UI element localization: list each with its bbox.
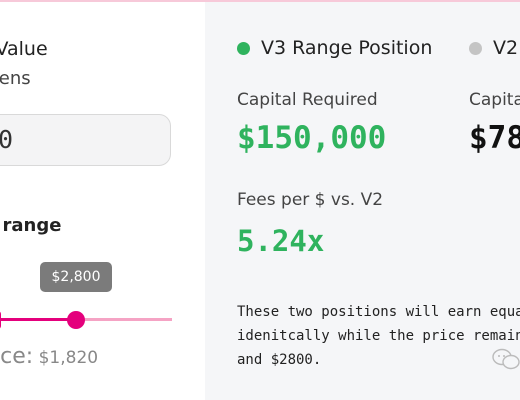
deposit-amount-value: 0 <box>0 125 13 154</box>
deposit-tokens-subtitle: okens <box>0 68 31 89</box>
deposit-value-title: t Value <box>0 38 48 60</box>
range-slider-active-track <box>0 318 76 321</box>
price-range-label: e range <box>0 215 62 236</box>
v3-capital-label: Capital Required <box>237 90 378 110</box>
v3-fees-label: Fees per $ vs. V2 <box>237 190 384 210</box>
v3-header: V3 Range Position <box>261 37 433 59</box>
left-panel: t Value okens 0 e range $2,800 rice: $1,… <box>0 2 205 400</box>
range-slider-upper-handle[interactable] <box>67 311 85 329</box>
chat-bubbles-icon <box>491 346 520 372</box>
v3-fees-value: 5.24x <box>237 224 325 258</box>
current-price-value: $1,820 <box>38 348 99 368</box>
current-price-label: rice: <box>0 344 34 369</box>
description-line: idenitcally while the price remains be <box>237 328 520 344</box>
v2-capital-label: Capita <box>469 90 520 110</box>
v3-status-dot <box>237 42 250 55</box>
description-line: These two positions will earn equal fe <box>237 304 520 320</box>
v2-header: V2 <box>493 37 519 59</box>
upper-price-tooltip: $2,800 <box>40 262 112 292</box>
comparison-panel: V3 Range Position V2 Capital Required $1… <box>205 2 520 400</box>
deposit-amount-input[interactable]: 0 <box>0 114 171 166</box>
comparison-description: These two positions will earn equal fe i… <box>237 300 520 372</box>
current-price-readout: rice: $1,820 <box>0 344 98 369</box>
description-line: and $2800. <box>237 352 322 368</box>
v2-capital-value: $78 <box>469 120 520 156</box>
v3-capital-value: $150,000 <box>237 120 387 156</box>
range-slider-lower-handle[interactable] <box>0 311 1 329</box>
v2-status-dot <box>469 42 482 55</box>
